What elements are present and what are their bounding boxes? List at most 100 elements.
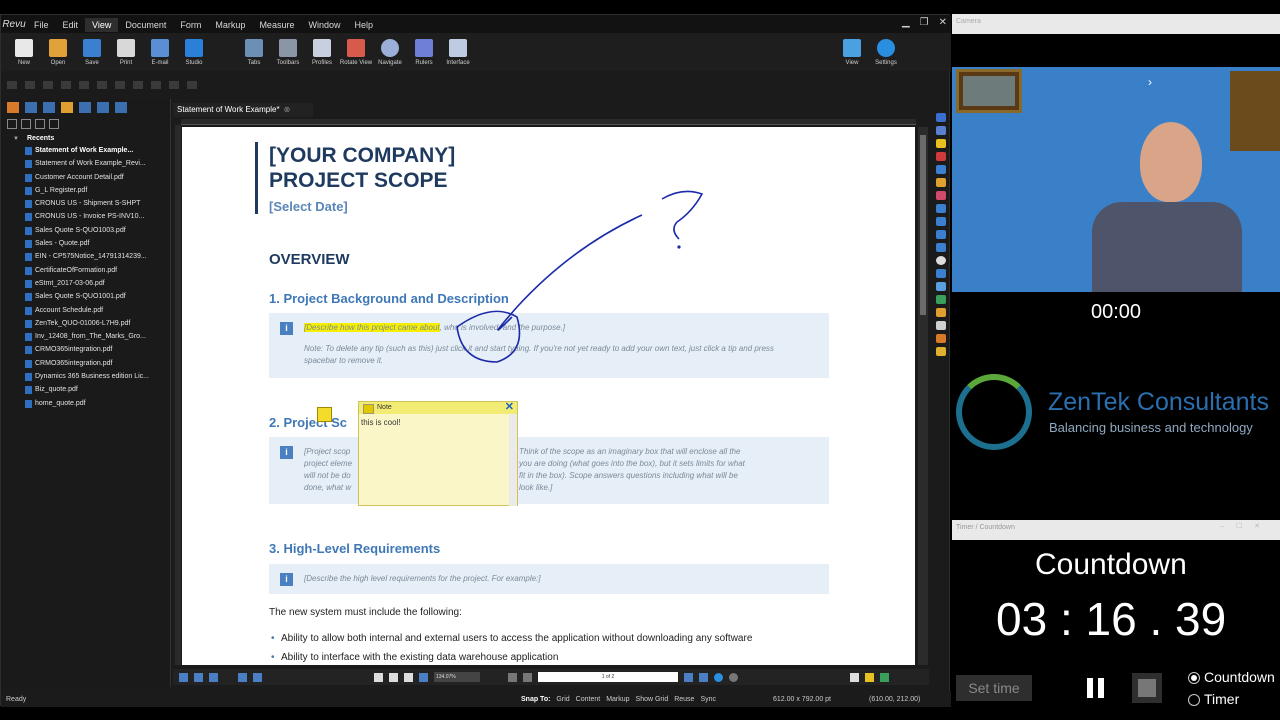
recents-header[interactable]: Recents [1,131,170,144]
pdf-page[interactable]: [YOUR COMPANY] PROJECT SCOPE [Select Date… [182,127,915,665]
recent-file-item[interactable]: Sales Quote S-QUO1001.pdf [1,290,170,303]
text-select-icon[interactable] [419,672,428,682]
menu-edit[interactable]: Edit [56,18,86,32]
recent-file-item[interactable]: eStmt_2017-03-06.pdf [1,277,170,290]
zoom-tool-icon[interactable] [404,672,413,682]
user-icon[interactable] [850,672,859,682]
measure-tool-icon[interactable] [936,334,946,343]
back-view-icon[interactable] [714,672,723,682]
panel-tab-bookmarks-icon[interactable] [115,101,127,113]
recent-file-item[interactable]: Statement of Work Example_Revi... [1,157,170,170]
hand-tool-icon[interactable] [374,672,383,682]
panel-tab-layers-icon[interactable] [79,101,91,113]
snap-markup[interactable]: Markup [606,696,629,703]
recent-file-item[interactable]: Customer Account Detail.pdf [1,171,170,184]
recent-file-item[interactable]: CRMO365integration.pdf [1,357,170,370]
recent-file-item[interactable]: Account Schedule.pdf [1,304,170,317]
close-tab-icon[interactable]: ⊗ [284,105,291,114]
recent-file-item[interactable]: CRONUS US - Shipment S-SHPT [1,197,170,210]
vertical-scrollbar[interactable] [918,127,928,665]
snap-grid[interactable]: Grid [556,696,569,703]
menu-file[interactable]: File [27,18,56,32]
navigate-button[interactable]: Navigate [373,33,407,66]
set-time-button[interactable]: Set time [956,675,1032,701]
forward-view-icon[interactable] [729,672,738,682]
arrow-tool-icon[interactable] [936,204,946,213]
cloud-tool-icon[interactable] [936,282,946,291]
panel-tab-thumbnails-icon[interactable] [43,101,55,113]
panel-tab-toolchest-icon[interactable] [61,101,73,113]
typewriter-icon[interactable] [936,126,946,135]
view-button[interactable]: View [835,33,869,66]
panel-tab-properties-icon[interactable] [97,101,109,113]
menu-window[interactable]: Window [301,18,347,32]
panel-tab-markup-icon[interactable] [25,101,37,113]
prev-page-icon[interactable] [523,672,532,682]
tabs-button[interactable]: Tabs [237,33,271,66]
group-icon[interactable] [133,81,143,89]
menu-help[interactable]: Help [347,18,380,32]
line-tool-icon[interactable] [936,165,946,174]
single-page-icon[interactable] [179,672,188,682]
recent-file-item[interactable]: EIN - CP575Notice_14791314239... [1,250,170,263]
menu-document[interactable]: Document [118,18,173,32]
polyline-tool-icon[interactable] [936,217,946,226]
menu-view[interactable]: View [85,18,119,32]
align-left-icon[interactable] [7,81,17,89]
arc-tool-icon[interactable] [936,230,946,239]
timer-window-controls[interactable]: –☐✕ [1220,522,1272,530]
pause-button[interactable] [1076,673,1114,703]
rotate-markup-icon[interactable] [187,81,197,89]
first-page-icon[interactable] [508,672,517,682]
profiles-button[interactable]: Profiles [305,33,339,66]
reuse[interactable]: Reuse [674,696,694,703]
ellipse-tool-icon[interactable] [936,256,946,265]
align-right-icon[interactable] [43,81,53,89]
recent-file-item[interactable]: Sales Quote S-QUO1003.pdf [1,224,170,237]
recent-file-item[interactable]: G_L Register.pdf [1,184,170,197]
settings-button[interactable]: Settings [869,33,903,66]
scroll-thumb[interactable] [920,135,926,315]
recent-file-item[interactable]: Biz_quote.pdf [1,383,170,396]
radio-countdown[interactable]: Countdown [1186,669,1275,685]
toolbars-button[interactable]: Toolbars [271,33,305,66]
recent-file-item[interactable]: Dynamics 365 Business edition Lic... [1,370,170,383]
area-tool-icon[interactable] [936,347,946,356]
zoom-input[interactable]: 134.07% [434,672,480,682]
save-button[interactable]: Save [75,33,109,66]
align-top-icon[interactable] [61,81,71,89]
interface-button[interactable]: Interface [441,33,475,66]
continuous-icon[interactable] [194,672,203,682]
app-logo[interactable]: Revu [1,15,27,33]
pen-tool-icon[interactable] [936,152,946,161]
close-icon[interactable]: ✕ [939,17,947,28]
ink-annotation[interactable] [182,127,915,665]
image-tool-icon[interactable] [936,295,946,304]
new-button[interactable]: New [7,33,41,66]
recent-file-item[interactable]: CRONUS US - Invoice PS-INV10... [1,210,170,223]
next-page-icon[interactable] [684,672,693,682]
email-button[interactable]: E-mail [143,33,177,66]
radio-timer[interactable]: Timer [1186,691,1239,707]
sync-icon[interactable] [238,672,247,682]
recent-file-item[interactable]: ZenTek_QUO-01006-L7H9.pdf [1,317,170,330]
chevron-right-icon[interactable]: › [1148,75,1152,89]
rotate-view-button[interactable]: Rotate View [339,33,373,66]
restore-icon[interactable]: ❐ [920,17,929,28]
show-grid[interactable]: Show Grid [636,696,669,703]
panel-tab-file-access-icon[interactable] [7,101,19,113]
eraser-icon[interactable] [936,191,946,200]
print-button[interactable]: Print [109,33,143,66]
recent-file-item[interactable]: CertificateOfFormation.pdf [1,264,170,277]
document-tab[interactable]: Statement of Work Example* ⊗ [173,103,313,117]
stamp-tool-icon[interactable] [936,308,946,317]
page-indicator[interactable]: 1 of 2 [538,672,678,682]
stamp-icon[interactable] [49,119,59,129]
stop-button[interactable] [1132,673,1162,703]
snap-content[interactable]: Content [576,696,601,703]
highlight-tool-icon[interactable] [936,178,946,187]
recent-file-item[interactable]: CRMO365integration.pdf [1,343,170,356]
menu-form[interactable]: Form [173,18,208,32]
bulb-icon[interactable] [865,672,874,682]
recent-file-item[interactable]: home_quote.pdf [1,397,170,410]
